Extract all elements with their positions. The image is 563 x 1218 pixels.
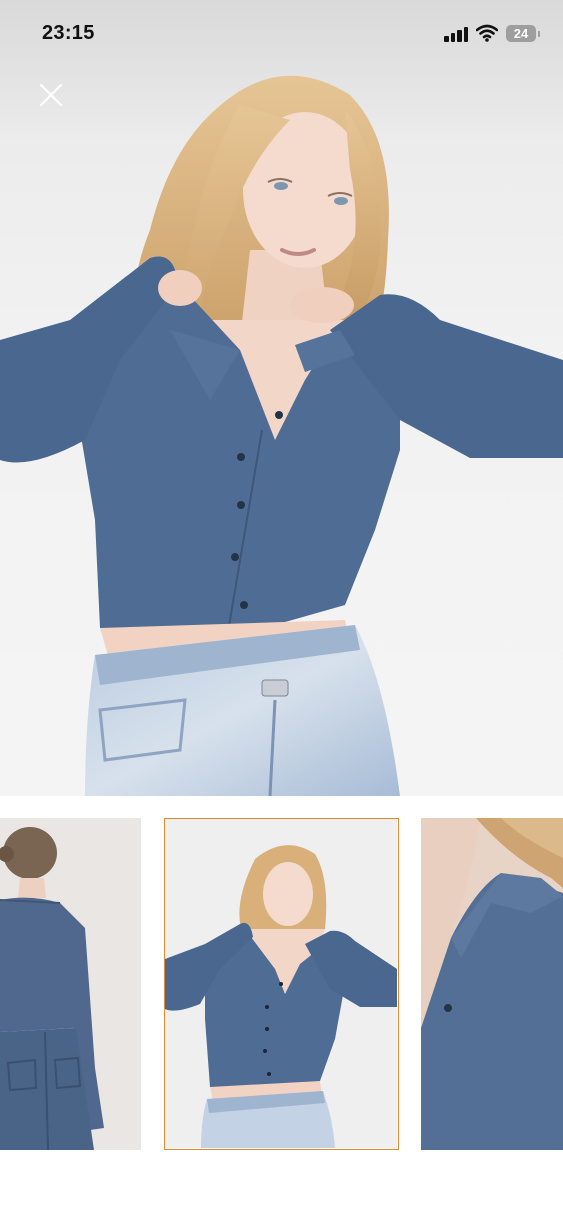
status-bar: 23:15 24	[0, 0, 563, 66]
thumbnail-strip	[0, 818, 563, 1150]
thumbnail-back-view[interactable]	[0, 818, 141, 1150]
close-button[interactable]	[36, 80, 66, 110]
collar-detail-photo	[421, 818, 563, 1150]
cellular-signal-icon	[444, 26, 470, 42]
close-icon	[39, 83, 63, 107]
main-product-image[interactable]	[0, 0, 563, 796]
front-view-photo	[165, 819, 397, 1148]
status-time: 23:15	[42, 22, 95, 44]
back-view-photo	[0, 818, 141, 1150]
thumbnail-collar-detail[interactable]	[421, 818, 563, 1150]
thumbnail-front-view[interactable]	[164, 818, 399, 1150]
battery-indicator: 24	[506, 25, 536, 42]
wifi-icon	[476, 24, 498, 42]
battery-tip	[538, 31, 540, 37]
battery-level: 24	[513, 26, 529, 41]
main-photo-illustration	[0, 75, 563, 796]
